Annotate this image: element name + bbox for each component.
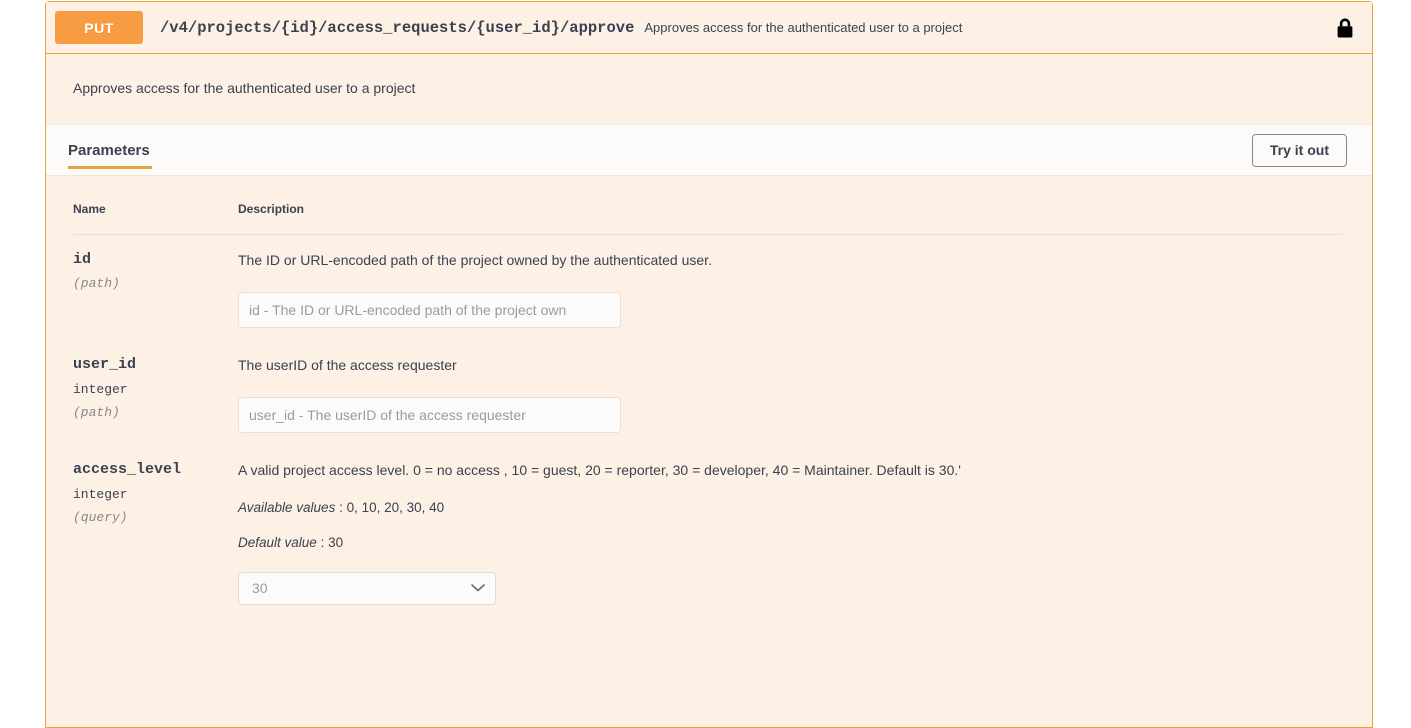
table-row: user_idinteger (path) The userID of the ac…	[73, 340, 1342, 445]
operation-summary-row[interactable]: PUT /v4/projects/{id}/access_requests/{u…	[46, 2, 1372, 54]
parameter-description-cell: The ID or URL-encoded path of the projec…	[220, 235, 1342, 340]
parameter-default-value: Default value : 30	[238, 535, 1342, 550]
tab-parameters[interactable]: Parameters	[68, 125, 152, 175]
parameter-name-cell: user_idinteger (path)	[73, 340, 220, 445]
try-it-out-button[interactable]: Try it out	[1252, 134, 1347, 167]
parameter-location: (path)	[73, 276, 220, 291]
available-values-value: : 0, 10, 20, 30, 40	[339, 500, 444, 515]
parameter-name: access_level	[73, 461, 220, 478]
parameter-name-cell: access_levelinteger (query)	[73, 445, 220, 617]
operation-path: /v4/projects/{id}/access_requests/{user_…	[160, 19, 634, 37]
operation-description: Approves access for the authenticated us…	[46, 54, 1372, 124]
default-value-label: Default value	[238, 535, 317, 550]
parameter-name: user_id	[73, 356, 220, 373]
parameter-select-access_level[interactable]: 300102040	[238, 572, 496, 605]
parameter-location: (path)	[73, 405, 220, 420]
operation-block: PUT /v4/projects/{id}/access_requests/{u…	[45, 1, 1373, 728]
table-row: access_levelinteger (query) A valid projec…	[73, 445, 1342, 617]
parameters-table-wrap: Name Description id (path) The ID or URL-e…	[46, 176, 1372, 617]
parameter-select-wrap-access_level: 300102040	[238, 572, 496, 605]
operation-body: Approves access for the authenticated us…	[46, 54, 1372, 617]
parameter-type: integer	[73, 487, 220, 502]
parameter-description-cell: A valid project access level. 0 = no acc…	[220, 445, 1342, 617]
parameters-table: Name Description id (path) The ID or URL-e…	[73, 194, 1342, 617]
tab-parameters-label: Parameters	[68, 142, 150, 159]
table-row: id (path) The ID or URL-encoded path of th…	[73, 235, 1342, 340]
http-method-badge: PUT	[55, 11, 143, 44]
parameter-input-id[interactable]	[238, 292, 621, 328]
parameter-input-user_id[interactable]	[238, 397, 621, 433]
parameter-description: The ID or URL-encoded path of the projec…	[238, 251, 1342, 270]
parameters-tabs-row: Parameters Try it out	[46, 124, 1372, 176]
parameter-name-cell: id (path)	[73, 235, 220, 340]
parameter-description: The userID of the access requester	[238, 356, 1342, 375]
available-values-label: Available values	[238, 500, 335, 515]
parameter-location: (query)	[73, 510, 220, 525]
parameter-available-values: Available values : 0, 10, 20, 30, 40	[238, 500, 1342, 515]
lock-icon[interactable]	[1332, 15, 1358, 41]
parameter-description: A valid project access level. 0 = no acc…	[238, 461, 1342, 480]
column-header-description: Description	[220, 194, 1342, 235]
default-value-value: : 30	[321, 535, 344, 550]
table-header-row: Name Description	[73, 194, 1342, 235]
column-header-name: Name	[73, 194, 220, 235]
parameter-description-cell: The userID of the access requester	[220, 340, 1342, 445]
parameter-name: id	[73, 251, 220, 268]
parameter-type: integer	[73, 382, 220, 397]
operation-summary-text: Approves access for the authenticated us…	[644, 20, 1332, 35]
